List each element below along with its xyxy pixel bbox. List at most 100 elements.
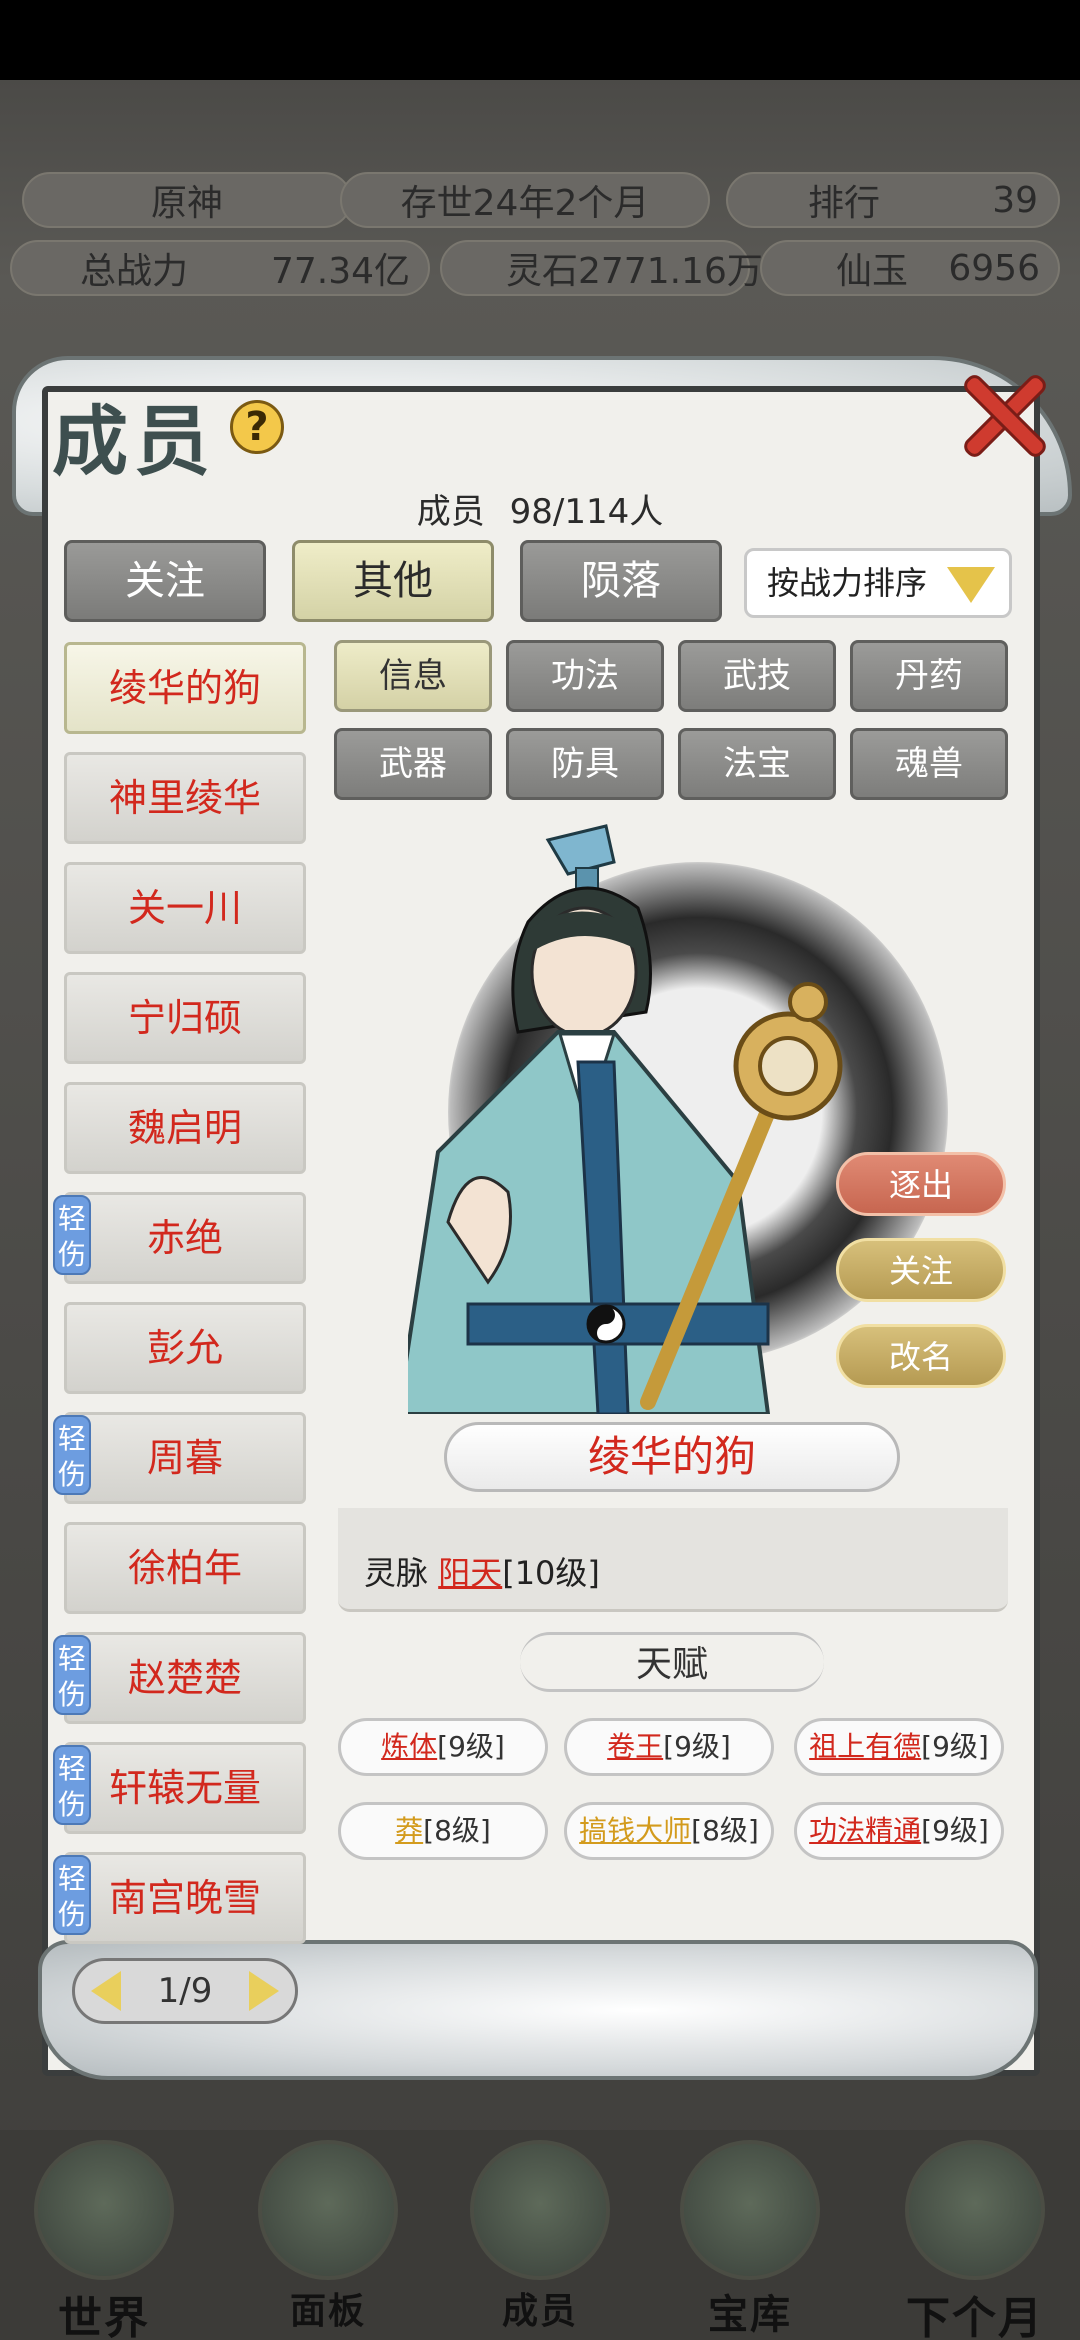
member-item[interactable]: 轻伤 南宫晚雪 [53, 1852, 306, 1944]
server-name: 原神 [150, 183, 223, 224]
member-name: 神里绫华 [108, 776, 261, 820]
pager: 1/9 [72, 1958, 298, 2024]
jade-label: 仙玉 [836, 251, 909, 292]
member-item[interactable]: 轻伤 周暮 [53, 1412, 306, 1504]
nav-world[interactable]: 世界 [24, 2140, 184, 2340]
member-name: 赵楚楚 [127, 1656, 242, 1700]
rank-pill[interactable]: 排行 39 [726, 172, 1060, 228]
member-name: 绫华的狗 [108, 666, 261, 710]
member-item[interactable]: 宁归硕 [64, 972, 306, 1064]
vein-value[interactable]: 阳天 [438, 1554, 502, 1592]
member-item[interactable]: 徐柏年 [64, 1522, 306, 1614]
member-name: 南宫晚雪 [108, 1876, 261, 1920]
status-bar [0, 0, 1080, 80]
member-name: 关一川 [127, 886, 242, 930]
nav-panel[interactable]: 面板 [248, 2140, 408, 2332]
injury-badge: 轻伤 [53, 1745, 91, 1825]
subtab-weapon[interactable]: 武器 [334, 728, 492, 800]
talent-chip[interactable]: 搞钱大师[8级] [564, 1802, 774, 1860]
sort-label: 按战力排序 [767, 564, 928, 602]
talent-chip[interactable]: 炼体[9级] [338, 1718, 548, 1776]
injury-badge: 轻伤 [53, 1855, 91, 1935]
nav-label: 世界 [58, 2293, 150, 2340]
jade-pill: 仙玉 6956 [760, 240, 1060, 296]
tab-follow[interactable]: 关注 [64, 540, 266, 622]
member-count: 成员 98/114人 [0, 484, 1080, 533]
injury-badge: 轻伤 [53, 1195, 91, 1275]
nav-label: 宝库 [708, 2292, 792, 2338]
subtab-artifact[interactable]: 法宝 [678, 728, 836, 800]
nav-label: 成员 [501, 2291, 578, 2332]
member-name: 赤绝 [146, 1216, 223, 1260]
member-item[interactable]: 关一川 [64, 862, 306, 954]
rank-value: 39 [992, 179, 1038, 221]
talent-level: [9级] [921, 1814, 989, 1847]
talent-chip[interactable]: 卷王[9级] [564, 1718, 774, 1776]
power-pill: 总战力 77.34亿 [10, 240, 430, 296]
close-icon[interactable] [958, 370, 1050, 462]
talent-chip[interactable]: 功法精通[9级] [794, 1802, 1004, 1860]
subtab-pill[interactable]: 丹药 [850, 640, 1008, 712]
talent-name: 功法精通 [809, 1814, 922, 1847]
subtab-martial[interactable]: 武技 [678, 640, 836, 712]
talent-chip[interactable]: 莽[8级] [338, 1802, 548, 1860]
next-month-icon [905, 2140, 1045, 2280]
age-pill: 存世24年2个月 [340, 172, 710, 228]
member-item[interactable]: 轻伤 轩辕无量 [53, 1742, 306, 1834]
vein-label: 灵脉 [364, 1554, 429, 1592]
talent-level: [9级] [921, 1730, 989, 1763]
talent-chip[interactable]: 祖上有德[9级] [794, 1718, 1004, 1776]
member-count-label: 成员 [416, 492, 485, 532]
power-label: 总战力 [80, 251, 189, 292]
talent-level: [8级] [691, 1814, 759, 1847]
tab-fallen[interactable]: 陨落 [520, 540, 722, 622]
member-item[interactable]: 轻伤 赤绝 [53, 1192, 306, 1284]
member-item[interactable]: 魏启明 [64, 1082, 306, 1174]
help-icon[interactable]: ? [230, 400, 284, 454]
server-pill: 原神 [22, 172, 352, 228]
character-nameplate: 绫华的狗 [444, 1422, 900, 1492]
tab-other[interactable]: 其他 [292, 540, 494, 622]
member-name: 徐柏年 [127, 1546, 242, 1590]
subtab-beast[interactable]: 魂兽 [850, 728, 1008, 800]
member-item[interactable]: 绫华的狗 [64, 642, 306, 734]
subtab-technique[interactable]: 功法 [506, 640, 664, 712]
subtab-info[interactable]: 信息 [334, 640, 492, 712]
talent-name: 炼体 [381, 1730, 438, 1763]
member-item[interactable]: 神里绫华 [64, 752, 306, 844]
nav-next-month[interactable]: 下个月 [880, 2140, 1070, 2340]
member-item[interactable]: 轻伤 赵楚楚 [53, 1632, 306, 1724]
subtab-armor[interactable]: 防具 [506, 728, 664, 800]
talent-level: [9级] [663, 1730, 731, 1763]
talent-name: 卷王 [607, 1730, 664, 1763]
rank-label: 排行 [808, 183, 881, 224]
vein-level: [10级] [502, 1554, 600, 1592]
follow-button[interactable]: 关注 [836, 1238, 1006, 1302]
next-page-icon[interactable] [249, 1971, 279, 2011]
talent-name: 祖上有德 [809, 1730, 922, 1763]
member-name: 彭允 [146, 1326, 223, 1370]
talent-name: 搞钱大师 [579, 1814, 692, 1847]
nav-treasury[interactable]: 宝库 [670, 2140, 830, 2338]
member-name: 宁归硕 [127, 996, 242, 1040]
page-indicator: 1/9 [157, 1971, 213, 2011]
member-item[interactable]: 彭允 [64, 1302, 306, 1394]
spirit-stone-pill: 灵石2771.16万 [440, 240, 763, 296]
talent-level: [9级] [437, 1730, 505, 1763]
panel-title: 成员 [52, 397, 216, 486]
panel-icon [258, 2140, 398, 2280]
member-count-value: 98/114人 [509, 492, 664, 532]
nav-label: 下个月 [906, 2293, 1044, 2340]
nav-members[interactable]: 成员 [460, 2140, 620, 2332]
prev-page-icon[interactable] [91, 1971, 121, 2011]
rename-button[interactable]: 改名 [836, 1324, 1006, 1388]
spirit-stone-value: 灵石2771.16万 [506, 251, 763, 292]
expel-button[interactable]: 逐出 [836, 1152, 1006, 1216]
sort-dropdown[interactable]: 按战力排序 [744, 548, 1012, 618]
jade-value: 6956 [948, 247, 1040, 289]
nav-label: 面板 [289, 2291, 366, 2332]
power-value: 77.34亿 [270, 251, 410, 292]
member-name: 魏启明 [127, 1106, 242, 1150]
talent-name: 莽 [395, 1814, 424, 1847]
spirit-vein-line: 灵脉 阳天[10级] [364, 1548, 600, 1594]
